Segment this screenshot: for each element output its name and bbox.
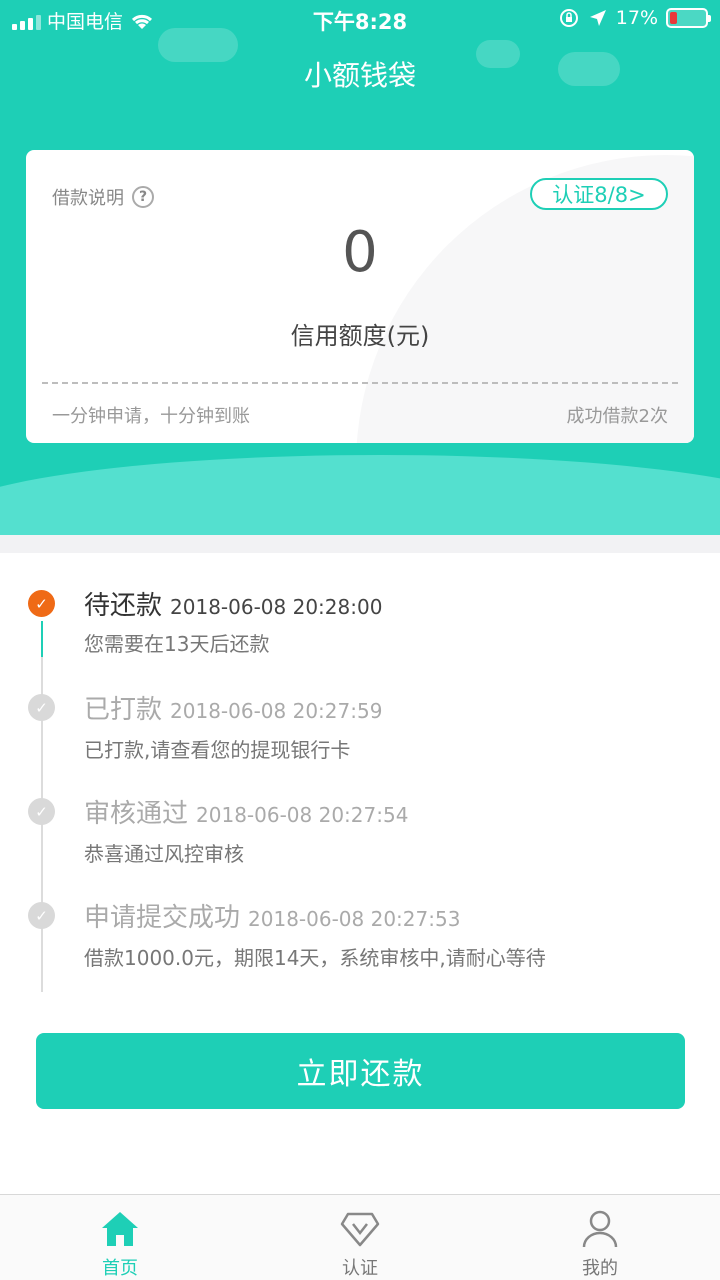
- tab-certify[interactable]: 认证: [240, 1195, 480, 1280]
- battery-icon: [666, 8, 711, 28]
- certification-badge-button[interactable]: 认证8/8>: [530, 178, 668, 210]
- profile-icon: [578, 1207, 622, 1250]
- loan-count: 成功借款2次: [566, 406, 668, 427]
- timeline-desc: 借款1000.0元，期限14天，系统审核中,请耐心等待: [84, 946, 546, 970]
- check-icon: ✓: [28, 590, 55, 617]
- timeline-time: 2018-06-08 20:27:54: [196, 803, 409, 827]
- credit-amount-label: 信用额度(元): [290, 322, 430, 350]
- timeline-time: 2018-06-08 20:27:59: [170, 699, 383, 723]
- certify-icon: [338, 1207, 382, 1250]
- tab-profile-label: 我的: [582, 1258, 618, 1279]
- timeline-desc: 您需要在13天后还款: [84, 632, 270, 656]
- tab-home[interactable]: 首页: [0, 1195, 240, 1280]
- timeline-line-active: [41, 621, 43, 657]
- timeline-item-title: 申请提交成功 2018-06-08 20:27:53: [84, 897, 460, 934]
- credit-amount: 0: [342, 220, 378, 285]
- loan-info-link[interactable]: 借款说明 ?: [52, 184, 154, 210]
- tab-profile[interactable]: 我的: [480, 1195, 720, 1280]
- timeline-time: 2018-06-08 20:27:53: [248, 907, 461, 931]
- status-bar: 中国电信 下午8:28 17%: [0, 0, 720, 40]
- credit-card: 借款说明 ? 认证8/8> 0 信用额度(元) 一分钟申请，十分钟到账 成功借款…: [26, 150, 694, 443]
- check-icon: ✓: [28, 902, 55, 929]
- timeline-desc: 恭喜通过风控审核: [84, 842, 244, 866]
- check-icon: ✓: [28, 798, 55, 825]
- section-divider: [0, 535, 720, 553]
- page-title: 小额钱袋: [303, 59, 416, 92]
- rotation-lock-icon: [559, 9, 578, 27]
- hill-decoration: [0, 455, 720, 535]
- timeline-time: 2018-06-08 20:28:00: [170, 595, 383, 619]
- check-icon: ✓: [28, 694, 55, 721]
- dashed-divider: [42, 382, 678, 384]
- timeline-status: 审核通过: [84, 799, 189, 829]
- timeline-status: 已打款: [84, 695, 163, 725]
- timeline-item-title: 已打款 2018-06-08 20:27:59: [84, 689, 382, 726]
- status-bar-right: 17%: [558, 7, 711, 29]
- question-icon: ?: [132, 186, 154, 208]
- location-arrow-icon: [589, 10, 606, 26]
- timeline-item-title: 待还款 2018-06-08 20:28:00: [84, 585, 382, 622]
- repay-now-button[interactable]: 立即还款: [36, 1033, 685, 1109]
- tab-certify-label: 认证: [342, 1258, 378, 1279]
- timeline-desc: 已打款,请查看您的提现银行卡: [84, 738, 351, 762]
- tab-home-label: 首页: [102, 1258, 138, 1279]
- card-slogan: 一分钟申请，十分钟到账: [52, 406, 250, 427]
- bottom-tab-bar: 首页 认证 我的: [0, 1194, 720, 1280]
- battery-percent: 17%: [615, 7, 658, 29]
- home-icon: [98, 1207, 142, 1250]
- timeline-status: 待还款: [84, 591, 163, 621]
- loan-info-label: 借款说明: [52, 188, 124, 209]
- timeline-item-title: 审核通过 2018-06-08 20:27:54: [84, 793, 408, 830]
- timeline-status: 申请提交成功: [84, 903, 241, 933]
